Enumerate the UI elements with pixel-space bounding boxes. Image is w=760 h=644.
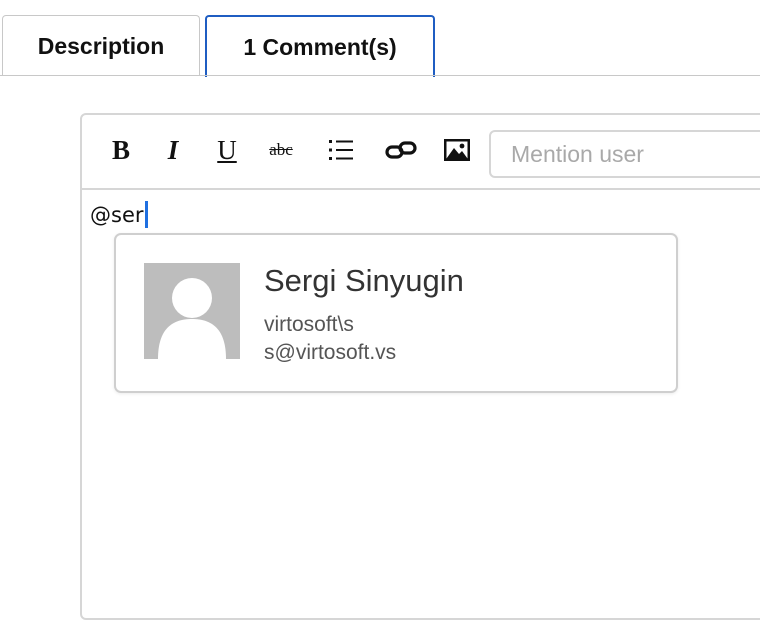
tab-description-label: Description: [37, 32, 165, 59]
tab-comments[interactable]: 1 Comment(s): [205, 15, 435, 77]
mention-suggestion-item[interactable]: Sergi Sinyugin virtosoft\s s@virtosoft.v…: [114, 233, 678, 393]
text-cursor: [144, 201, 148, 228]
suggestion-user-name: Sergi Sinyugin: [264, 263, 464, 298]
editor-toolbar: B I U abc: [82, 115, 760, 190]
default-avatar-icon: [144, 263, 240, 359]
bold-icon: B: [111, 134, 130, 165]
tab-comments-label: 1 Comment(s): [243, 33, 397, 60]
bulleted-list-icon: [329, 140, 353, 160]
italic-icon: I: [167, 134, 179, 165]
strikethrough-icon: abc: [269, 140, 293, 159]
tab-description[interactable]: Description: [2, 15, 200, 76]
strikethrough-button[interactable]: abc: [264, 133, 298, 167]
suggestion-user-email: s@virtosoft.vs: [264, 341, 397, 364]
link-icon: [385, 141, 417, 159]
underline-button[interactable]: U: [210, 133, 244, 167]
tab-bar: Description 1 Comment(s): [0, 0, 760, 77]
underline-icon: U: [217, 134, 237, 165]
suggestion-user-login: virtosoft\s: [264, 313, 354, 336]
bold-button[interactable]: B: [104, 133, 138, 167]
image-button[interactable]: [440, 133, 474, 167]
editor-text: @ser: [90, 202, 144, 227]
tab-divider: [0, 75, 760, 76]
italic-button[interactable]: I: [156, 133, 190, 167]
editor-text-area[interactable]: @ser: [90, 201, 148, 228]
link-button[interactable]: [384, 133, 418, 167]
mention-user-input[interactable]: [489, 130, 760, 178]
image-icon: [444, 139, 470, 161]
bulleted-list-button[interactable]: [324, 133, 358, 167]
comment-editor: B I U abc Mention user @ser Sergi Sinyug…: [80, 113, 760, 620]
